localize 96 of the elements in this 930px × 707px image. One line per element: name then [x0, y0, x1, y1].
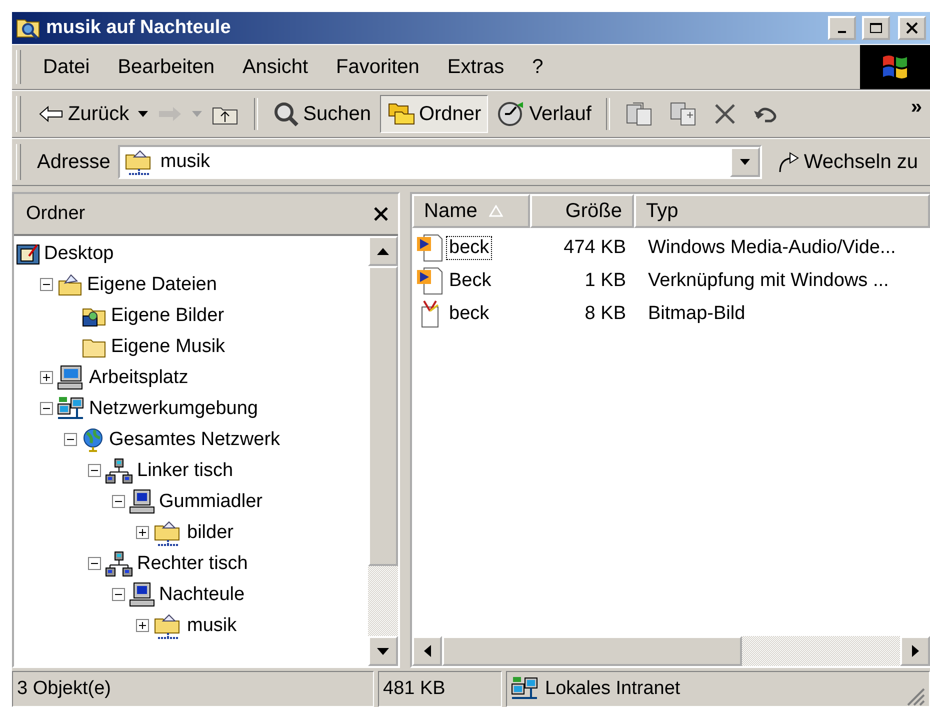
network-computers-icon: [511, 676, 539, 702]
scroll-left-button[interactable]: [412, 636, 442, 666]
expand-toggle-icon[interactable]: [136, 526, 149, 539]
tree-item[interactable]: Rechter tisch: [137, 552, 248, 574]
scrollbar-thumb[interactable]: [442, 636, 742, 666]
column-header[interactable]: Größe: [530, 194, 634, 228]
collapse-toggle-icon[interactable]: [40, 278, 53, 291]
workgroup-icon: [105, 550, 133, 576]
collapse-toggle-icon[interactable]: [88, 464, 101, 477]
computer-icon: [57, 364, 85, 390]
tree-item[interactable]: Eigene Musik: [111, 336, 226, 358]
close-icon: [906, 22, 918, 34]
desktop-icon: [16, 242, 40, 266]
toolbar-button[interactable]: Zurück: [31, 95, 136, 133]
file-name[interactable]: Beck: [446, 268, 494, 292]
table-cell-text: Verknüpfung mit Windows ...: [647, 270, 890, 292]
status-text: 481 KB: [383, 678, 446, 700]
tree-item[interactable]: Nachteule: [159, 584, 245, 606]
magnifier-icon: [273, 101, 300, 127]
go-button[interactable]: Wechseln zu: [770, 150, 924, 174]
menu-item[interactable]: ?: [518, 56, 558, 78]
forward-arrow-icon: [157, 104, 184, 124]
computer-icon: [129, 488, 155, 514]
minimize-button[interactable]: [828, 16, 856, 40]
left-arrow-icon: [424, 645, 430, 657]
back-arrow-icon: [38, 104, 64, 124]
tree-item[interactable]: Desktop: [44, 242, 114, 264]
scroll-right-button[interactable]: [900, 636, 930, 666]
media-file-icon: [416, 266, 444, 296]
folders-icon: [386, 102, 415, 126]
documents-folder-icon: [57, 272, 83, 296]
globe-icon: [81, 426, 105, 452]
close-icon[interactable]: [374, 207, 388, 221]
address-field[interactable]: musik: [118, 145, 762, 179]
down-arrow-icon: [377, 648, 389, 654]
maximize-button[interactable]: [862, 16, 890, 40]
scroll-down-button[interactable]: [368, 636, 398, 666]
table-cell-text: 474 KB: [562, 236, 627, 258]
menu-item[interactable]: Bearbeiten: [104, 56, 228, 78]
clock-icon: [497, 101, 526, 127]
file-name[interactable]: beck: [446, 236, 492, 260]
address-label: Adresse: [37, 150, 110, 174]
collapse-toggle-icon[interactable]: [88, 557, 101, 570]
column-header[interactable]: Name: [412, 194, 530, 228]
explorer-window-icon: [16, 17, 40, 39]
menu-item[interactable]: Ansicht: [228, 56, 322, 78]
maximize-icon: [869, 22, 883, 34]
window-title: musik auf Nachteule: [46, 17, 232, 39]
status-text: Lokales Intranet: [545, 678, 680, 700]
collapse-toggle-icon[interactable]: [40, 402, 53, 415]
table-cell-text: 1 KB: [584, 270, 627, 292]
media-file-icon: [416, 232, 444, 262]
column-header[interactable]: Typ: [634, 194, 930, 228]
tree-item[interactable]: Gummiadler: [159, 490, 262, 512]
up-arrow-icon: [377, 248, 389, 254]
network-computers-icon: [57, 396, 85, 422]
dropdown-caret-icon[interactable]: [138, 111, 148, 117]
pane-title: Ordner: [26, 203, 86, 225]
menu-item[interactable]: Extras: [433, 56, 518, 78]
close-button[interactable]: [898, 16, 926, 40]
dropdown-button[interactable]: [730, 147, 760, 177]
collapse-toggle-icon[interactable]: [112, 495, 125, 508]
scrollbar-thumb[interactable]: [368, 266, 398, 566]
more-chevron[interactable]: »: [902, 96, 930, 132]
file-name[interactable]: beck: [446, 302, 492, 326]
copy-to-icon: [669, 101, 698, 127]
computer-icon: [129, 582, 155, 608]
move-to-icon: [625, 101, 654, 127]
tree-item[interactable]: bilder: [187, 522, 234, 544]
toolbar-button[interactable]: Verlauf: [490, 95, 598, 133]
table-cell-text: Bitmap-Bild: [647, 302, 746, 324]
collapse-toggle-icon[interactable]: [64, 433, 77, 446]
flag-logo-icon: [860, 45, 930, 89]
tree-item[interactable]: Gesamtes Netzwerk: [109, 428, 280, 450]
scroll-up-button[interactable]: [368, 236, 398, 266]
right-arrow-icon: [912, 645, 918, 657]
delete-icon: [713, 102, 738, 126]
tree-item[interactable]: Eigene Bilder: [111, 304, 224, 326]
tree-item[interactable]: Netzwerkumgebung: [89, 398, 258, 420]
expand-toggle-icon[interactable]: [40, 371, 53, 384]
minimize-icon: [838, 31, 846, 33]
status-text: 3 Objekt(e): [17, 678, 111, 700]
toolbar-button[interactable]: Ordner: [380, 95, 488, 133]
down-arrow-icon: [740, 159, 750, 165]
collapse-toggle-icon[interactable]: [112, 588, 125, 601]
toolbar-button[interactable]: Suchen: [266, 95, 378, 133]
workgroup-icon: [105, 458, 133, 484]
menu-item[interactable]: Favoriten: [322, 56, 434, 78]
table-cell-text: Windows Media-Audio/Vide...: [647, 236, 897, 258]
tree-item[interactable]: Arbeitsplatz: [89, 366, 188, 388]
expand-toggle-icon[interactable]: [136, 619, 149, 632]
menu-item[interactable]: Datei: [29, 56, 104, 78]
tree-item[interactable]: musik: [187, 614, 237, 636]
table-cell-text: 8 KB: [584, 302, 627, 324]
tree-item[interactable]: Eigene Dateien: [87, 274, 217, 296]
tree-item[interactable]: Linker tisch: [137, 460, 234, 482]
